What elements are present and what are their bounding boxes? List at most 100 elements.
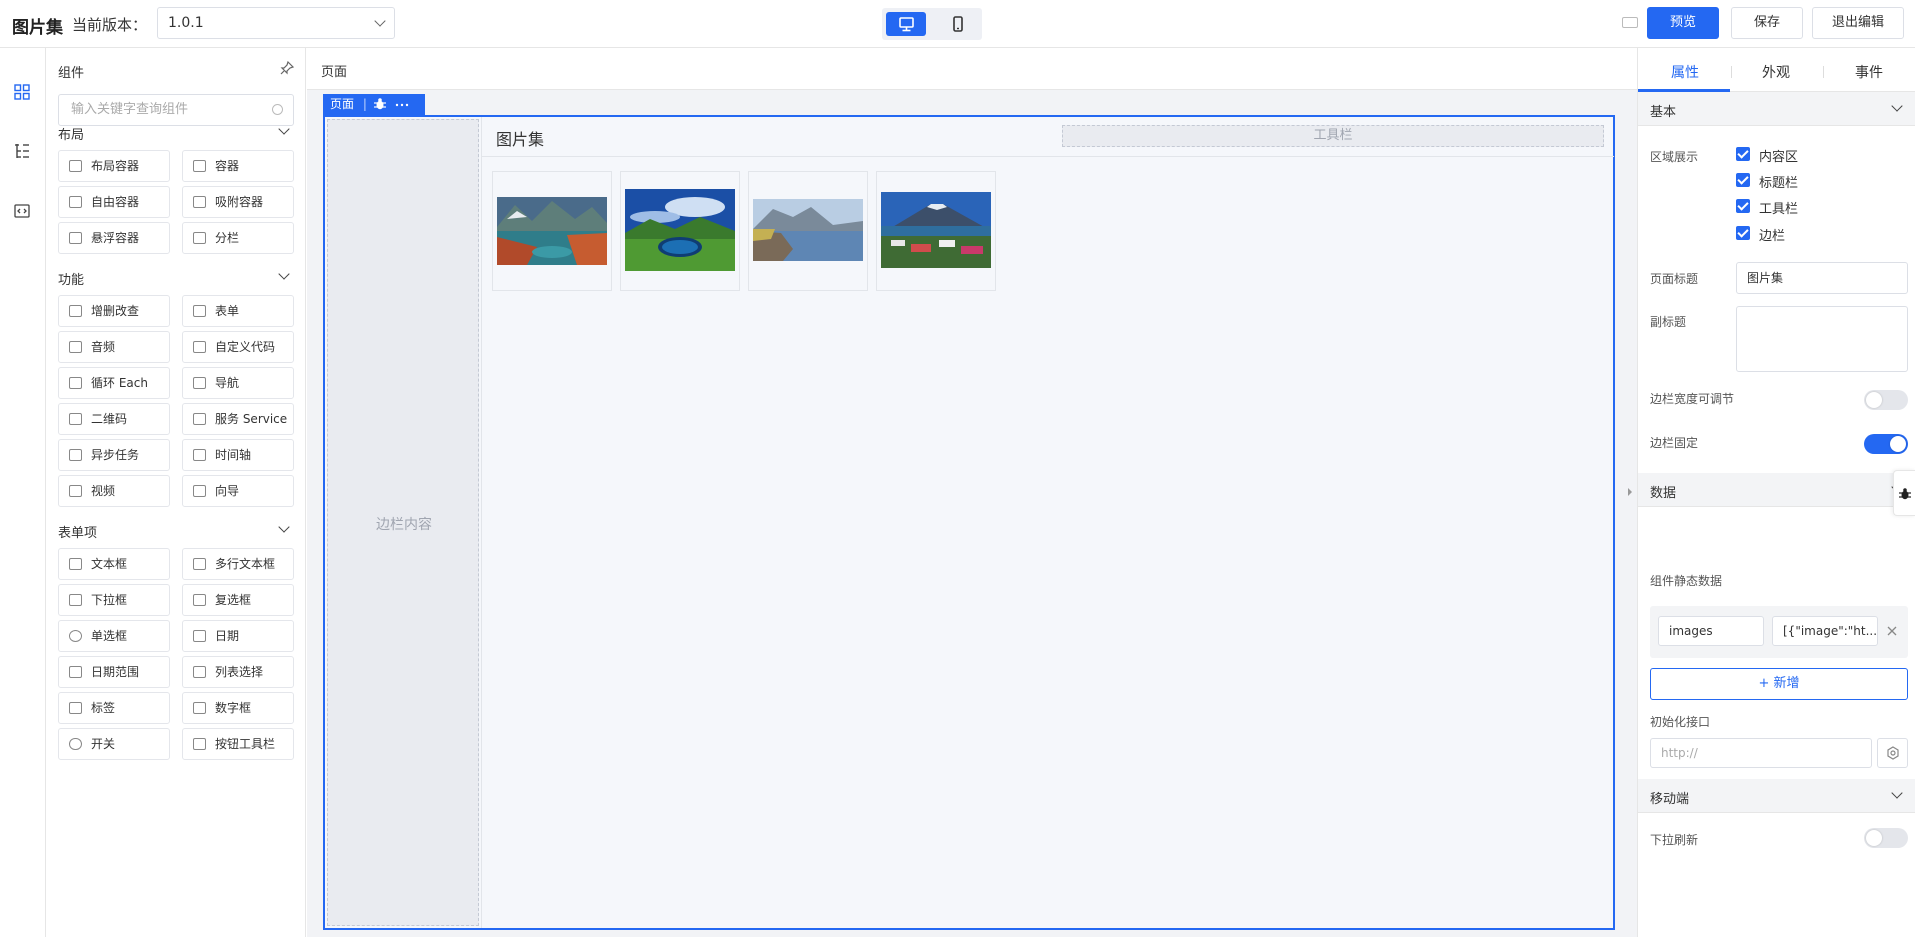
image-card[interactable]: [620, 171, 740, 291]
section-data[interactable]: 数据: [1638, 473, 1915, 507]
breadcrumb: 页面: [307, 48, 1637, 90]
checkbox-content[interactable]: [1736, 147, 1750, 161]
chevron-down-icon: [1891, 787, 1903, 799]
component-item[interactable]: 视频: [58, 475, 170, 507]
group-title-layout[interactable]: 布局: [58, 124, 84, 143]
data-value-input[interactable]: [{"image":"ht...: [1772, 616, 1878, 646]
aside-resizable-switch[interactable]: [1864, 390, 1908, 410]
exit-edit-button[interactable]: 退出编辑: [1812, 7, 1904, 39]
component-item[interactable]: 悬浮容器: [58, 222, 170, 254]
breadcrumb-item[interactable]: 页面: [321, 61, 347, 80]
checkbox-aside[interactable]: [1736, 226, 1750, 240]
toolbar-slot[interactable]: 工具栏: [1062, 125, 1604, 147]
component-item[interactable]: 服务 Service: [182, 403, 294, 435]
tab-events[interactable]: 事件: [1855, 62, 1883, 82]
collapse-right-icon[interactable]: [1625, 480, 1635, 504]
subtitle-textarea[interactable]: [1736, 306, 1908, 372]
tab-properties[interactable]: 属性: [1671, 62, 1699, 82]
component-item[interactable]: 布局容器: [58, 150, 170, 182]
outline-tree-icon[interactable]: [13, 142, 31, 160]
chevron-down-icon[interactable]: [278, 268, 290, 280]
desktop-view-button[interactable]: [886, 12, 926, 36]
add-data-button[interactable]: + 新增: [1650, 668, 1908, 700]
component-search-input[interactable]: 输入关键字查询组件: [58, 94, 294, 126]
component-item[interactable]: 多行文本框: [182, 548, 294, 580]
component-item[interactable]: 异步任务: [58, 439, 170, 471]
columns-icon: [193, 232, 206, 244]
component-item[interactable]: 增删改查: [58, 295, 170, 327]
aside-fixed-switch[interactable]: [1864, 434, 1908, 454]
bug-icon: [1899, 488, 1911, 500]
aside-region[interactable]: 边栏内容: [327, 119, 479, 926]
image-card[interactable]: [492, 171, 612, 291]
more-icon[interactable]: [395, 100, 409, 110]
switch-knob: [1866, 392, 1882, 408]
component-item[interactable]: 日期范围: [58, 656, 170, 688]
section-basic[interactable]: 基本: [1638, 92, 1915, 126]
section-title: 移动端: [1650, 792, 1690, 807]
version-label: 当前版本：: [72, 16, 148, 34]
checkbox-toolbar[interactable]: [1736, 199, 1750, 213]
component-item[interactable]: 向导: [182, 475, 294, 507]
component-item[interactable]: 复选框: [182, 584, 294, 616]
image-card[interactable]: [876, 171, 996, 291]
preview-button[interactable]: 预览: [1647, 7, 1719, 39]
component-item[interactable]: 下拉框: [58, 584, 170, 616]
image-card[interactable]: [748, 171, 868, 291]
static-data-row: images [{"image":"ht...: [1650, 606, 1908, 658]
subtitle-label: 副标题: [1650, 315, 1687, 329]
close-icon[interactable]: [1886, 625, 1898, 637]
component-item[interactable]: 二维码: [58, 403, 170, 435]
component-item[interactable]: 列表选择: [182, 656, 294, 688]
data-key-input[interactable]: images: [1658, 616, 1764, 646]
bug-icon[interactable]: [373, 97, 387, 111]
component-item[interactable]: 按钮工具栏: [182, 728, 294, 760]
mobile-view-button[interactable]: [938, 12, 978, 36]
component-item[interactable]: 循环 Each: [58, 367, 170, 399]
left-rail: [0, 48, 46, 937]
plus-icon: +: [1758, 676, 1770, 691]
page-title[interactable]: 图片集: [496, 126, 544, 150]
components-icon[interactable]: [13, 83, 31, 101]
component-item[interactable]: 自定义代码: [182, 331, 294, 363]
page-title-input[interactable]: 图片集: [1736, 262, 1908, 294]
page-frame[interactable]: 边栏内容 图片集 工具栏: [323, 115, 1615, 930]
save-button[interactable]: 保存: [1731, 7, 1803, 39]
navigation-icon: [193, 377, 206, 389]
component-item[interactable]: 音频: [58, 331, 170, 363]
component-item[interactable]: 容器: [182, 150, 294, 182]
page-selection-tag[interactable]: 页面 |: [323, 94, 425, 115]
component-item[interactable]: 表单: [182, 295, 294, 327]
component-item[interactable]: 数字框: [182, 692, 294, 724]
component-item[interactable]: 时间轴: [182, 439, 294, 471]
pin-icon[interactable]: [279, 60, 295, 76]
component-item[interactable]: 日期: [182, 620, 294, 652]
init-api-input[interactable]: http://: [1650, 738, 1872, 768]
tab-appearance[interactable]: 外观: [1762, 62, 1790, 82]
checkbox-label: 工具栏: [1759, 202, 1799, 217]
component-item[interactable]: 导航: [182, 367, 294, 399]
component-item[interactable]: 吸附容器: [182, 186, 294, 218]
component-item[interactable]: 文本框: [58, 548, 170, 580]
free-container-icon: [69, 196, 82, 208]
checkbox-header[interactable]: [1736, 173, 1750, 187]
component-item[interactable]: 开关: [58, 728, 170, 760]
group-title-function[interactable]: 功能: [58, 269, 84, 288]
version-select[interactable]: 1.0.1: [157, 7, 395, 39]
debug-float-button[interactable]: [1893, 470, 1915, 516]
code-icon[interactable]: [13, 202, 31, 220]
checkbox-label: 标题栏: [1759, 176, 1799, 191]
tab-divider: [1731, 66, 1732, 78]
section-mobile[interactable]: 移动端: [1638, 779, 1915, 813]
region-label: 区域展示: [1650, 150, 1699, 164]
chevron-down-icon[interactable]: [278, 521, 290, 533]
keyboard-icon[interactable]: [1622, 17, 1638, 28]
component-item[interactable]: 单选框: [58, 620, 170, 652]
component-item[interactable]: 标签: [58, 692, 170, 724]
init-api-label: 初始化接口: [1650, 715, 1711, 729]
pull-refresh-switch[interactable]: [1864, 828, 1908, 848]
group-title-form-items[interactable]: 表单项: [58, 522, 97, 541]
component-item[interactable]: 自由容器: [58, 186, 170, 218]
component-item[interactable]: 分栏: [182, 222, 294, 254]
api-settings-button[interactable]: [1877, 738, 1908, 768]
